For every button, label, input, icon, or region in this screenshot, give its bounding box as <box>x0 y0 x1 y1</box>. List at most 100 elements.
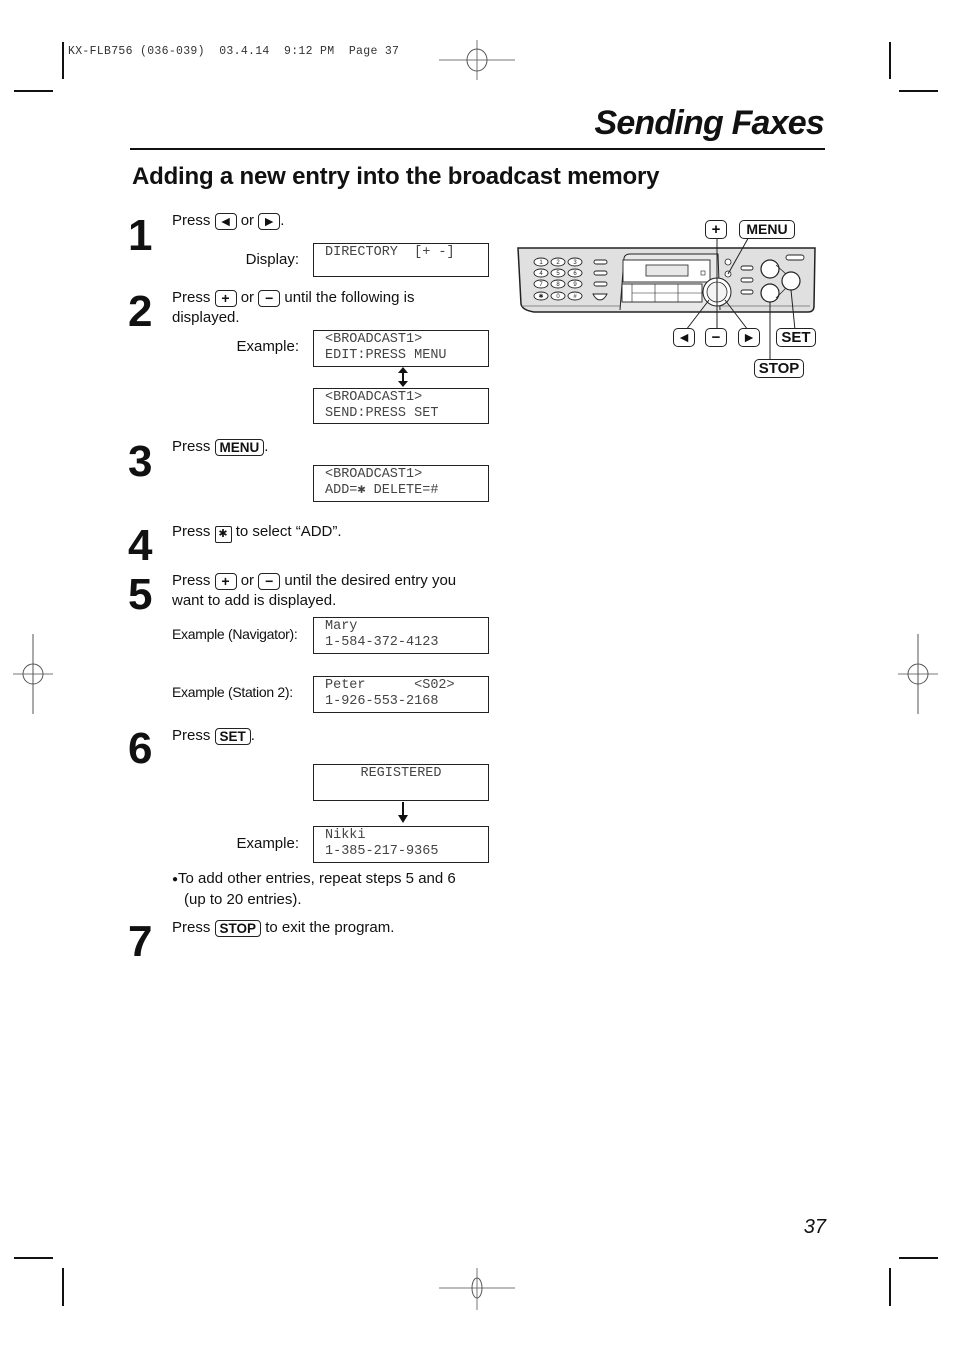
crop-mark-tr-h <box>899 90 938 92</box>
note-line-2: (up to 20 entries). <box>184 891 302 908</box>
example-station-label: Example (Station 2): <box>172 684 293 700</box>
step-6-text: Press SET. <box>172 726 255 746</box>
crop-mark-tl-v <box>62 42 64 79</box>
crop-mark-bl-v <box>62 1268 64 1306</box>
panel-set-key: SET <box>776 328 816 347</box>
registration-mark-right <box>898 634 938 714</box>
crop-mark-br-h <box>899 1257 938 1259</box>
set-key: SET <box>214 728 251 745</box>
crop-mark-bl-h <box>14 1257 53 1259</box>
period-text: . <box>280 212 285 229</box>
press-text: Press <box>172 572 211 589</box>
menu-key: MENU <box>214 439 265 456</box>
page-number: 37 <box>803 1216 826 1238</box>
panel-stop-key: STOP <box>754 359 804 378</box>
press-text: Press <box>172 919 211 936</box>
example-navigator-label: Example (Navigator): <box>172 626 298 642</box>
lcd-display-directory: DIRECTORY [+ -] <box>313 243 489 277</box>
lcd-line-1: DIRECTORY [+ -] <box>325 245 455 260</box>
lcd-line-1: <BROADCAST1> <box>325 467 423 482</box>
lcd-line-2: SEND:PRESS SET <box>325 406 439 421</box>
example-label: Example: <box>236 835 299 852</box>
lcd-line-1: <BROADCAST1> <box>325 390 423 405</box>
instruction-text-2: displayed. <box>172 309 240 326</box>
panel-plus-key: + <box>705 220 727 239</box>
lcd-line-1: REGISTERED <box>360 766 442 781</box>
panel-minus-key: − <box>705 328 727 347</box>
step-number-2: 2 <box>128 287 153 336</box>
step-number-6: 6 <box>128 724 153 773</box>
lcd-display-add-delete: <BROADCAST1> ADD=✱ DELETE=# <box>313 465 489 502</box>
lcd-display-mary: Mary 1-584-372-4123 <box>313 617 489 654</box>
step-2-text: Press + or − until the following is disp… <box>172 288 414 328</box>
lcd-line-2: 1-926-553-2168 <box>325 694 439 709</box>
lcd-line-1: Mary <box>325 619 358 634</box>
step-number-1: 1 <box>128 211 153 260</box>
lcd-display-send: <BROADCAST1> SEND:PRESS SET <box>313 388 489 424</box>
step-5-text: Press + or − until the desired entry you… <box>172 571 456 611</box>
instruction-text: until the desired entry you <box>284 572 457 589</box>
lcd-display-registered: REGISTERED <box>313 764 489 801</box>
step-7-text: Press STOP to exit the program. <box>172 918 394 938</box>
or-text: or <box>240 289 255 306</box>
print-slug: KX-FLB756 (036-039) 03.4.14 9:12 PM Page… <box>68 45 400 58</box>
panel-right-arrow-key: ► <box>738 328 760 347</box>
lcd-display-edit: <BROADCAST1> EDIT:PRESS MENU <box>313 330 489 367</box>
plus-key-icon: + <box>214 290 237 307</box>
step-4-text: Press ✱ to select “ADD”. <box>172 522 342 543</box>
instruction-text: until the following is <box>284 289 415 306</box>
lcd-line-1: Peter <S02> <box>325 678 455 693</box>
instruction-text: to select “ADD”. <box>235 523 342 540</box>
registration-mark-left <box>13 634 53 714</box>
repeat-note: ●To add other entries, repeat steps 5 an… <box>172 869 456 910</box>
lcd-line-2: ADD=✱ DELETE=# <box>325 483 439 498</box>
press-text: Press <box>172 212 211 229</box>
lcd-display-peter: Peter <S02> 1-926-553-2168 <box>313 676 489 713</box>
step-number-3: 3 <box>128 437 153 486</box>
instruction-text-2: want to add is displayed. <box>172 592 337 609</box>
left-arrow-key-icon: ◄ <box>214 213 237 230</box>
minus-key-icon: − <box>258 290 281 307</box>
down-arrow-icon <box>398 802 408 823</box>
press-text: Press <box>172 289 211 306</box>
up-down-arrow-icon <box>398 367 408 387</box>
example-label: Example: <box>236 338 299 355</box>
period-text: . <box>250 727 255 744</box>
stop-key: STOP <box>214 920 262 937</box>
lcd-line-1: <BROADCAST1> <box>325 332 423 347</box>
press-text: Press <box>172 727 211 744</box>
panel-left-arrow-key: ◄ <box>673 328 695 347</box>
press-text: Press <box>172 523 211 540</box>
step-1-text: Press ◄ or ►. <box>172 211 284 231</box>
svg-text:✱: ✱ <box>538 293 543 300</box>
step-number-5: 5 <box>128 570 153 619</box>
lcd-line-1: Nikki <box>325 828 366 843</box>
panel-menu-key: MENU <box>739 220 795 239</box>
period-text: . <box>264 438 269 455</box>
press-text: Press <box>172 438 211 455</box>
registration-mark-top <box>439 40 515 80</box>
lcd-line-2: 1-385-217-9365 <box>325 844 439 859</box>
plus-key-icon: + <box>214 573 237 590</box>
minus-key-icon: − <box>258 573 281 590</box>
or-text: or <box>240 572 255 589</box>
section-divider <box>130 148 825 150</box>
display-label: Display: <box>245 251 299 268</box>
registration-mark-bottom <box>439 1268 515 1310</box>
lcd-line-2: 1-584-372-4123 <box>325 635 439 650</box>
star-key-icon: ✱ <box>214 526 232 543</box>
step-number-4: 4 <box>128 521 153 570</box>
page-heading: Adding a new entry into the broadcast me… <box>132 163 660 190</box>
lcd-line-2: EDIT:PRESS MENU <box>325 348 447 363</box>
right-arrow-key-icon: ► <box>258 213 281 230</box>
crop-mark-br-v <box>889 1268 891 1306</box>
crop-mark-tl-h <box>14 90 53 92</box>
section-title: Sending Faxes <box>594 104 824 142</box>
instruction-text: to exit the program. <box>265 919 395 936</box>
step-3-text: Press MENU. <box>172 437 268 457</box>
fax-control-panel-diagram: 123 456 789 ✱ 0 # + MENU ◄ − ► SET STOP <box>510 210 830 380</box>
or-text: or <box>240 212 255 229</box>
crop-mark-tr-v <box>889 42 891 79</box>
lcd-display-nikki: Nikki 1-385-217-9365 <box>313 826 489 863</box>
note-line-1: To add other entries, repeat steps 5 and… <box>178 870 456 887</box>
